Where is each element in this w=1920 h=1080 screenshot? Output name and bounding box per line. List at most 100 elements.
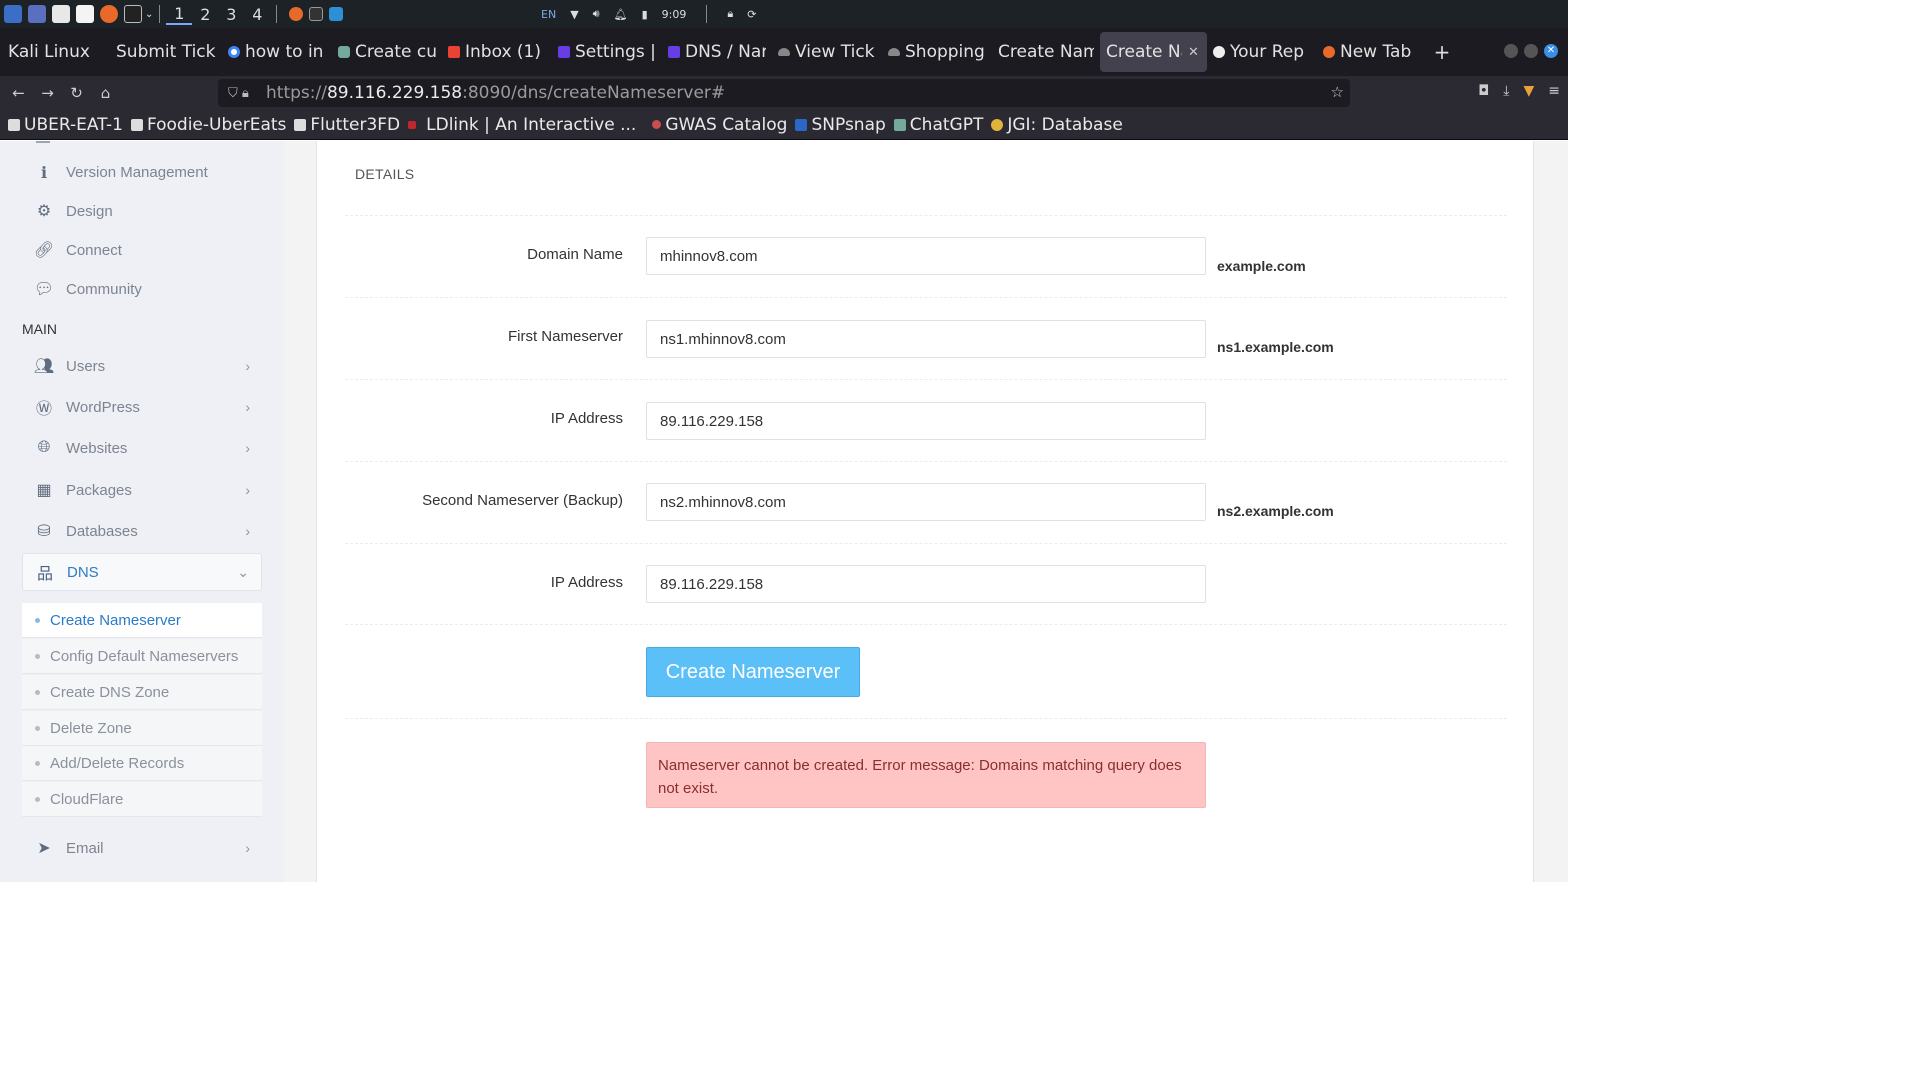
divider xyxy=(345,624,1507,625)
tab-create-nameserver[interactable]: Create Nam xyxy=(992,32,1100,72)
workspace-1[interactable]: 1 xyxy=(166,4,193,25)
bookmark-uber-eat[interactable]: UBER-EAT-1 xyxy=(8,115,123,135)
vscode-window-icon[interactable] xyxy=(329,7,344,21)
sitemap-icon: 品 xyxy=(36,566,53,583)
bookmark-chatgpt[interactable]: ChatGPT xyxy=(893,115,983,135)
workspace-3[interactable]: 3 xyxy=(218,5,244,24)
logout-icon[interactable]: ⟳ xyxy=(747,8,756,21)
reload-icon[interactable]: ↻ xyxy=(62,84,91,102)
sidebar-item-design[interactable]: ⚙ Design xyxy=(22,192,262,230)
tab-create-custom[interactable]: Create cu xyxy=(332,32,442,72)
clock[interactable]: 9:09 xyxy=(662,8,687,21)
bookmark-gwas[interactable]: GWAS Catalog xyxy=(652,115,787,135)
bookmark-label: JGI: Database xyxy=(1007,114,1123,135)
section-title: DETAILS xyxy=(355,166,415,182)
workspace-4[interactable]: 4 xyxy=(244,5,270,24)
bookmark-jgi[interactable]: JGI: Database xyxy=(991,114,1123,135)
sidebar-subitem-add-delete-records[interactable]: Add/Delete Records xyxy=(22,746,262,781)
close-window-icon[interactable]: ✕ xyxy=(1544,44,1558,58)
tab-view-ticket[interactable]: View Tick xyxy=(772,32,882,72)
tab-create-nameserver-active[interactable]: Create Na ✕ xyxy=(1100,32,1207,72)
pocket-icon[interactable]: ◘ xyxy=(1478,83,1489,99)
tab-shopping[interactable]: Shopping xyxy=(882,32,992,72)
domain-name-hint: example.com xyxy=(1217,258,1306,274)
tab-how-to[interactable]: how to in xyxy=(222,32,332,72)
first-nameserver-input[interactable] xyxy=(646,320,1206,358)
show-desktop-icon[interactable] xyxy=(28,5,46,23)
second-nameserver-input[interactable] xyxy=(646,483,1206,521)
downloads-icon[interactable]: ⤓ xyxy=(1503,83,1509,99)
notification-bell-icon[interactable]: 🔔︎ xyxy=(614,8,628,21)
workspace-2[interactable]: 2 xyxy=(192,5,218,24)
first-nameserver-label: First Nameserver xyxy=(507,328,623,345)
keyboard-language[interactable]: EN xyxy=(541,8,556,21)
firefox-window-icon[interactable] xyxy=(289,7,304,21)
sidebar-item-email[interactable]: ➤ Email › xyxy=(22,829,262,867)
minimize-icon[interactable] xyxy=(1504,44,1518,58)
app-menu-icon[interactable]: ≡ xyxy=(1548,83,1560,99)
github-icon xyxy=(1213,46,1225,58)
bookmark-snpsnap[interactable]: SNPsnap xyxy=(795,114,886,135)
close-tab-icon[interactable]: ✕ xyxy=(1188,45,1199,60)
sidebar-item-dns[interactable]: 品 DNS ⌄ xyxy=(22,553,262,591)
bullet-dot xyxy=(35,653,40,659)
extension-icon[interactable]: ▼ xyxy=(1523,83,1534,99)
sidebar-subitem-config-default-nameservers[interactable]: Config Default Nameservers xyxy=(22,639,262,674)
back-arrow-icon[interactable]: ← xyxy=(4,84,33,102)
text-editor-icon[interactable] xyxy=(76,5,94,23)
lock-screen-icon[interactable]: 🔒︎ xyxy=(727,7,733,21)
sidebar-subitem-create-dns-zone[interactable]: Create DNS Zone xyxy=(22,675,262,710)
tab-title: Shopping xyxy=(905,42,985,62)
bookmark-star-icon[interactable]: ☆ xyxy=(1331,83,1344,101)
tab-dns[interactable]: DNS / Nar xyxy=(662,32,772,72)
create-nameserver-button[interactable]: Create Nameserver xyxy=(646,647,860,697)
battery-icon[interactable]: ▮ xyxy=(642,8,648,21)
kali-menu-icon[interactable] xyxy=(4,5,22,23)
firefox-launcher-icon[interactable] xyxy=(100,5,118,23)
sidebar-item-databases[interactable]: ⛁ Databases › xyxy=(22,512,262,550)
bullet-dot xyxy=(35,760,40,766)
wifi-icon[interactable]: ▼ xyxy=(570,8,578,21)
sidebar-subitem-create-nameserver[interactable]: Create Nameserver xyxy=(22,603,262,638)
chevron-down-icon: ⌄ xyxy=(237,563,249,580)
sidebar-item-packages[interactable]: ▦ Packages › xyxy=(22,471,262,509)
chatgpt-icon xyxy=(338,46,350,58)
second-ip-address-label: IP Address xyxy=(550,574,623,591)
url-path: :8090/dns/createNameserver# xyxy=(462,83,726,103)
volume-icon[interactable]: 🔊︎ xyxy=(593,7,600,21)
second-ip-address-input[interactable] xyxy=(646,565,1206,603)
tab-new-tab[interactable]: New Tab xyxy=(1317,32,1421,72)
sidebar-subitem-cloudflare[interactable]: CloudFlare xyxy=(22,782,262,817)
bookmark-ldlink[interactable]: LDlink | An Interactive ... xyxy=(408,115,636,135)
home-icon[interactable]: ⌂ xyxy=(91,84,120,102)
tab-inbox[interactable]: Inbox (1) - xyxy=(442,32,552,72)
file-manager-icon[interactable] xyxy=(52,5,70,23)
tab-submit-ticket[interactable]: Submit Tick xyxy=(110,32,222,72)
sidebar-item-users[interactable]: 👥︎ Users › xyxy=(22,347,262,385)
wordpress-icon: Ⓦ xyxy=(35,399,52,418)
first-ip-address-input[interactable] xyxy=(646,402,1206,440)
bookmark-foodie[interactable]: Foodie-UberEats xyxy=(130,115,286,135)
terminal-launcher-icon[interactable] xyxy=(124,5,142,23)
tab-your-repos[interactable]: Your Rep xyxy=(1207,32,1317,72)
sidebar-subitem-delete-zone[interactable]: Delete Zone xyxy=(22,711,262,746)
site-security-icon[interactable]: ⛉ 🔒︎ xyxy=(228,86,266,101)
bullet-dot xyxy=(35,796,40,802)
tab-settings[interactable]: Settings | xyxy=(552,32,662,72)
sidebar-item-community[interactable]: 💬︎ Community xyxy=(22,270,262,308)
address-bar[interactable]: ⛉ 🔒︎ https:// 89.116.229.158 :8090/dns/c… xyxy=(218,79,1350,107)
forward-arrow-icon[interactable]: → xyxy=(33,84,62,102)
sidebar-item-version-management[interactable]: i Version Management xyxy=(22,153,262,191)
new-tab-plus-icon[interactable]: + xyxy=(1427,40,1457,64)
sidebar-item-label: Users xyxy=(66,357,106,375)
launcher-dropdown-icon[interactable]: ⌄ xyxy=(145,9,153,20)
sidebar-item-websites[interactable]: 🌐︎ Websites › xyxy=(22,429,262,467)
sidebar-item-wordpress[interactable]: Ⓦ WordPress › xyxy=(22,388,262,426)
bookmark-label: SNPsnap xyxy=(811,114,886,135)
maximize-icon[interactable] xyxy=(1524,44,1538,58)
tab-kali-linux[interactable]: Kali Linux xyxy=(0,32,110,72)
sidebar-item-connect[interactable]: 🔗︎ Connect xyxy=(22,231,262,269)
domain-name-input[interactable] xyxy=(646,237,1206,275)
terminal-window-icon[interactable] xyxy=(309,7,324,21)
bookmark-flutter3fd[interactable]: Flutter3FD xyxy=(294,115,400,135)
